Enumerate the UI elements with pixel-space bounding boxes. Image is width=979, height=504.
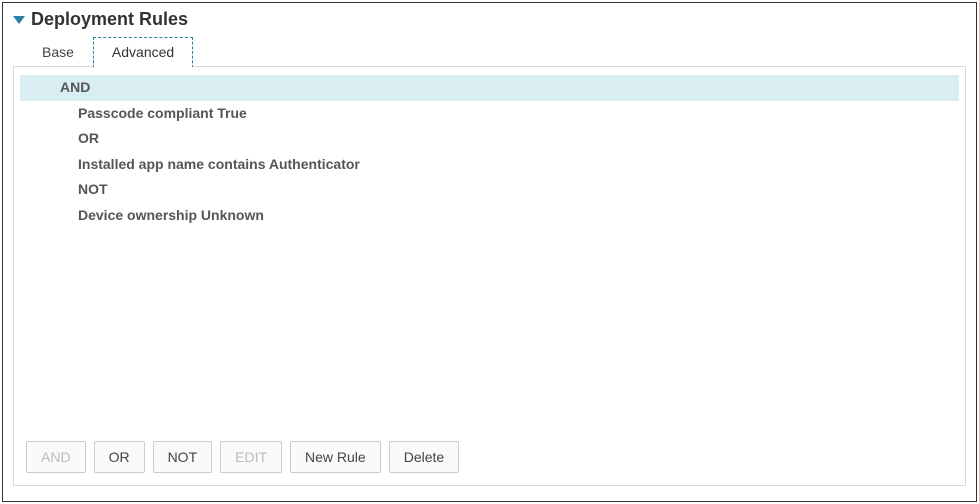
not-button[interactable]: NOT xyxy=(153,441,213,473)
panel-title: Deployment Rules xyxy=(31,9,188,30)
delete-button[interactable]: Delete xyxy=(389,441,459,473)
rule-row[interactable]: AND xyxy=(20,75,959,101)
rule-row[interactable]: Passcode compliant True xyxy=(14,101,965,127)
tab-base[interactable]: Base xyxy=(23,37,93,68)
rule-list: AND Passcode compliant True OR Installed… xyxy=(14,75,965,229)
tab-advanced[interactable]: Advanced xyxy=(93,37,193,68)
panel-header: Deployment Rules xyxy=(13,9,966,30)
rule-row[interactable]: Installed app name contains Authenticato… xyxy=(14,152,965,178)
button-bar: AND OR NOT EDIT New Rule Delete xyxy=(26,441,459,473)
tab-bar: Base Advanced xyxy=(23,37,966,68)
rule-row[interactable]: NOT xyxy=(14,177,965,203)
disclosure-triangle-icon[interactable] xyxy=(13,16,25,24)
new-rule-button[interactable]: New Rule xyxy=(290,441,381,473)
deployment-rules-panel: Deployment Rules Base Advanced AND Passc… xyxy=(2,2,977,502)
and-button[interactable]: AND xyxy=(26,441,86,473)
edit-button[interactable]: EDIT xyxy=(220,441,282,473)
rule-row[interactable]: OR xyxy=(14,126,965,152)
rule-row[interactable]: Device ownership Unknown xyxy=(14,203,965,229)
or-button[interactable]: OR xyxy=(94,441,145,473)
rules-content: AND Passcode compliant True OR Installed… xyxy=(13,66,966,486)
